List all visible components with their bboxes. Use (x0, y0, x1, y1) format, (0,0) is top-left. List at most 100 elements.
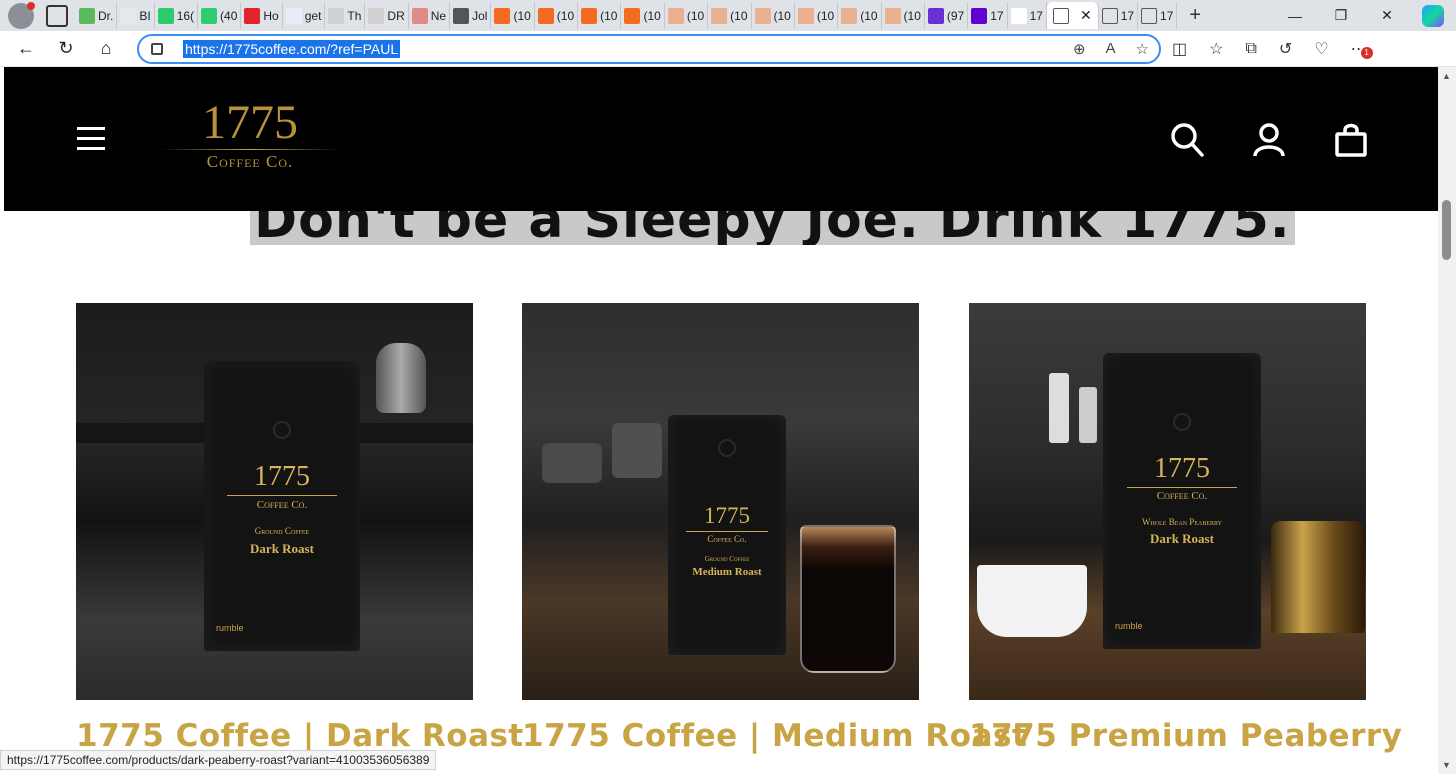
close-tab-icon[interactable]: ✕ (1080, 7, 1092, 24)
product-title[interactable]: 1775 Coffee | Dark Roast (76, 718, 523, 754)
page-viewport: 1775 Coffee Co. Don't be a Sleepy Joe. D… (4, 67, 1438, 774)
browser-tab[interactable]: BI (117, 2, 155, 29)
browser-tab[interactable]: 17 (1008, 2, 1047, 29)
copilot-icon[interactable] (1422, 4, 1444, 27)
read-aloud-icon[interactable]: A (1106, 40, 1116, 58)
browser-tab[interactable]: (10 (708, 2, 752, 29)
browser-tab[interactable]: Ne (409, 2, 451, 29)
bottle-shape (1049, 373, 1069, 443)
bag-divider (227, 495, 337, 496)
browser-tab[interactable]: (10 (535, 2, 579, 29)
browser-tab[interactable]: (10 (752, 2, 795, 29)
new-tab-icon[interactable]: + (1189, 4, 1201, 27)
product-image[interactable]: 1775 Coffee Co. Ground Coffee Medium Roa… (522, 303, 919, 700)
bookmark-icon (537, 7, 554, 24)
site-icon (328, 7, 345, 24)
bag-number: 1775 (254, 461, 310, 492)
browser-tab[interactable]: (97 (925, 2, 969, 29)
product-image[interactable]: 1775 Coffee Co. Ground Coffee Dark Roast… (76, 303, 473, 700)
browser-tab[interactable]: 17 (1138, 2, 1178, 29)
refresh-icon[interactable]: ↻ (46, 38, 86, 59)
tab-label: 17 (1029, 8, 1043, 23)
bag-type: Ground Coffee (254, 526, 310, 536)
site-logo[interactable]: 1775 Coffee Co. (160, 97, 340, 181)
collections-icon[interactable]: ⧉ (1245, 40, 1256, 58)
tab-label: (10 (600, 8, 618, 23)
history-icon[interactable]: ↺ (1279, 39, 1292, 59)
tab-label: Ho (263, 8, 279, 23)
profile-avatar[interactable] (8, 1, 35, 29)
tab-label: (10 (556, 8, 575, 23)
url-text[interactable]: https://1775coffee.com/?ref=PAUL (183, 40, 401, 58)
mail-icon (927, 7, 944, 24)
browser-tab[interactable]: get (283, 2, 326, 29)
browser-tab[interactable]: Ho (241, 2, 283, 29)
address-bar[interactable]: https://1775coffee.com/?ref=PAUL ⊕ A ☆ (137, 34, 1161, 64)
browser-tab[interactable]: (40 (198, 2, 242, 29)
favorites-icon[interactable]: ☆ (1209, 39, 1223, 59)
browser-tab[interactable]: Jol (450, 2, 492, 29)
browser-tab[interactable]: Th (325, 2, 366, 29)
bookmark-icon (667, 7, 684, 24)
browser-tab-active[interactable]: ✕ (1046, 2, 1099, 29)
coffee-bag: 1775 Coffee Co. Ground Coffee Dark Roast… (204, 361, 360, 651)
browser-tab[interactable]: 17 (968, 2, 1008, 29)
search-icon[interactable] (1170, 122, 1204, 158)
hamburger-menu-icon[interactable] (77, 127, 105, 151)
kettle-shape (376, 343, 426, 413)
scroll-up-icon[interactable]: ▲ (1442, 71, 1451, 81)
extensions-icon[interactable]: ♡ (1314, 39, 1328, 59)
home-icon[interactable]: ⌂ (86, 38, 126, 59)
product-image[interactable]: 1775 Coffee Co. Whole Bean Peaberry Dark… (969, 303, 1366, 700)
cart-bag-icon[interactable] (1334, 122, 1368, 158)
product-card-medium-roast[interactable]: 1775 Coffee Co. Ground Coffee Medium Roa… (522, 303, 1027, 754)
browser-tab[interactable]: 17 (1099, 2, 1139, 29)
split-screen-icon[interactable]: ◫ (1172, 39, 1187, 59)
close-window-icon[interactable]: ✕ (1364, 7, 1410, 24)
browser-tab[interactable]: (10 (491, 2, 535, 29)
product-card-dark-roast[interactable]: 1775 Coffee Co. Ground Coffee Dark Roast… (76, 303, 523, 754)
scroll-down-icon[interactable]: ▼ (1442, 760, 1451, 770)
bag-valve (1173, 413, 1191, 431)
window-controls: — ❐ ✕ (1272, 0, 1456, 31)
page-scrollbar[interactable]: ▲ ▼ (1438, 67, 1456, 774)
tab-label: Th (347, 8, 362, 23)
bag-number: 1775 (1154, 453, 1210, 484)
bookmark-icon (884, 7, 901, 24)
bag-co: Coffee Co. (256, 499, 308, 511)
bag-roast: Medium Roast (692, 566, 762, 578)
logo-subtitle: Coffee Co. (206, 152, 294, 171)
product-title[interactable]: 1775 Coffee | Medium Roast (522, 718, 1027, 754)
tab-actions-icon[interactable] (46, 4, 68, 27)
scrollbar-thumb[interactable] (1442, 200, 1451, 260)
browser-tab[interactable]: (10 (795, 2, 839, 29)
tab-label: (10 (730, 8, 748, 23)
bag-co: Coffee Co. (1156, 490, 1208, 502)
minimize-icon[interactable]: — (1272, 8, 1318, 24)
back-icon[interactable]: ← (6, 38, 46, 59)
browser-tab[interactable]: (10 (838, 2, 882, 29)
product-title[interactable]: 1775 Premium Peaberry (969, 718, 1402, 754)
favorite-star-icon[interactable]: ☆ (1136, 40, 1149, 58)
browser-tab[interactable]: (10 (882, 2, 925, 29)
browser-tab[interactable]: (10 (578, 2, 622, 29)
browser-tab[interactable]: DR (365, 2, 409, 29)
browser-tab[interactable]: Dr. (76, 2, 118, 29)
browser-tab[interactable]: (10 (621, 2, 665, 29)
notification-badge: 1 (1360, 46, 1373, 59)
bag-number: 1775 (704, 503, 750, 528)
tab-label: (10 (773, 8, 791, 23)
browser-tab[interactable]: 16( (155, 2, 199, 29)
product-card-peaberry[interactable]: 1775 Coffee Co. Whole Bean Peaberry Dark… (969, 303, 1402, 754)
zoom-icon[interactable]: ⊕ (1073, 40, 1086, 58)
more-menu-icon[interactable]: ⋯1 (1351, 39, 1373, 59)
tab-label: (10 (643, 8, 661, 23)
bag-valve (273, 421, 291, 439)
logo-divider (160, 149, 340, 150)
browser-tab[interactable]: (10 (665, 2, 709, 29)
lock-icon[interactable] (151, 43, 163, 55)
restore-icon[interactable]: ❐ (1318, 7, 1364, 24)
tab-label: Dr. (98, 8, 114, 23)
account-icon[interactable] (1252, 122, 1286, 158)
tab-label: DR (387, 8, 405, 23)
